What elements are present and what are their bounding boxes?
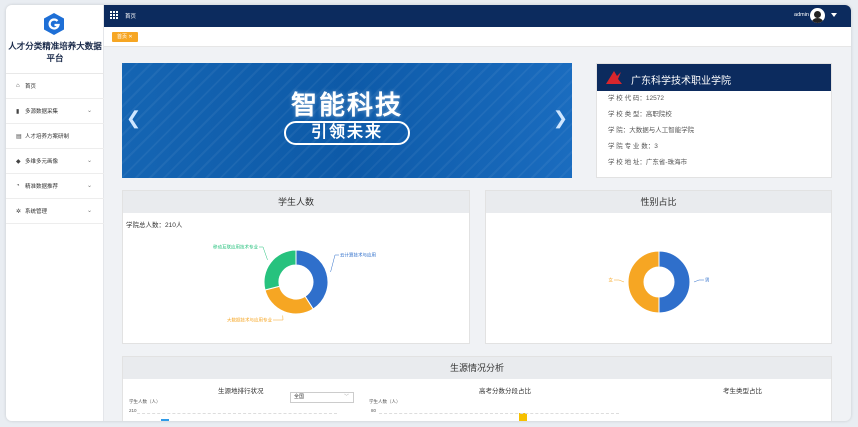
region-ylabel: 学生人数（人）	[129, 399, 161, 404]
graduation-cap-icon: ◆	[16, 158, 21, 165]
tab-bar: 首页 ✕	[104, 27, 851, 47]
score-bar	[519, 413, 527, 421]
close-icon[interactable]: ✕	[128, 34, 132, 40]
sidebar-item-label: 精准数据推荐	[25, 184, 59, 190]
home-icon: ⌂	[16, 83, 20, 89]
school-detail-row: 学 院：大数据与人工智能学院	[608, 127, 695, 134]
score-ylabel: 学生人数（人）	[369, 399, 401, 404]
user-name[interactable]: admin	[794, 12, 809, 18]
banner-subtitle: 引领未来	[284, 121, 410, 145]
source-panel: 生源情况分析 生源地排行状况 高考分数分段占比 考生类型占比 学生人数（人） 2…	[122, 356, 832, 421]
banner-title: 智能科技	[290, 90, 403, 120]
sidebar-item-label: 多源数据采集	[25, 109, 59, 115]
region-tick-top: 210	[129, 408, 137, 413]
donut-label-line	[330, 254, 339, 273]
sidebar-item[interactable]: ✲ 系统管理 ⌄	[6, 199, 104, 224]
chevron-down-icon[interactable]: ⌄	[87, 157, 92, 164]
chevron-down-icon[interactable]: ⌄	[87, 182, 92, 189]
carousel-prev-icon[interactable]: ❮	[126, 108, 141, 129]
score-tick-top: 80	[371, 408, 377, 413]
school-logo-icon	[606, 71, 622, 84]
gear-icon: ✲	[16, 208, 22, 215]
donut-label: 移动互联应用技术专业	[213, 244, 258, 251]
sidebar-item[interactable]: ◔ 精准数据推荐 ⌄	[6, 174, 104, 199]
region-select[interactable]: 全国 ﹀	[290, 392, 354, 403]
school-detail-row: 学 校 类 型：高职院校	[608, 111, 672, 118]
top-home-link[interactable]: 首页	[125, 12, 136, 20]
region-select-value: 全国	[294, 394, 305, 400]
avatar[interactable]	[810, 8, 825, 23]
chevron-down-icon[interactable]: ⌄	[87, 107, 92, 114]
sidebar-menu: ⌂ 首页 ▮ 多源数据采集 ⌄ ▤ 人才培养方案研制 ◆ 多维多元画像 ⌄ ◔ 精准数据推荐 ⌄ ✲ 系统管…	[6, 73, 104, 224]
donut-label-line	[259, 246, 268, 261]
school-detail-row: 学 校 地 址：广东省-珠海市	[608, 159, 688, 166]
school-card-header: 广东科学技术职业学院	[597, 64, 831, 91]
sidebar-item[interactable]: ⌂ 首页	[6, 74, 104, 99]
app-title: 人才分类精准培养大数据平台	[8, 41, 102, 63]
region-bar	[161, 419, 169, 421]
school-info-card: 广东科学技术职业学院 学 校 代 码：12572 学 校 类 型：高职院校学 院：…	[596, 63, 832, 178]
source-panel-title: 生源情况分析	[123, 357, 831, 379]
grid-menu-icon[interactable]	[110, 11, 119, 20]
donut-label-line	[693, 279, 704, 283]
clock-icon: ◔	[16, 183, 20, 189]
bar-chart-icon: ▮	[16, 108, 20, 115]
tab-home[interactable]: 首页 ✕	[112, 32, 138, 42]
sidebar-item-label: 首页	[25, 84, 37, 90]
caret-down-icon[interactable]	[831, 13, 837, 17]
app-frame: 人才分类精准培养大数据平台 ⌂ 首页 ▮ 多源数据采集 ⌄ ▤ 人才培养方案研制 ◆ 多维多元画…	[6, 5, 851, 421]
sidebar-item-label: 人才培养方案研制	[25, 134, 70, 140]
donut-label: 大数据技术与应用专业	[227, 317, 272, 324]
donut-slice[interactable]	[264, 285, 314, 315]
school-details: 学 校 代 码：12572 学 校 类 型：高职院校学 院：大数据与人工智能学院学…	[597, 91, 831, 171]
sidebar: 人才分类精准培养大数据平台 ⌂ 首页 ▮ 多源数据采集 ⌄ ▤ 人才培养方案研制 ◆ 多维多元画…	[6, 5, 104, 421]
student-type-title: 考生类型占比	[723, 388, 762, 395]
app-logo-icon	[44, 13, 64, 35]
school-detail-row: 学 校 代 码：12572	[608, 95, 664, 102]
donut-label-line	[273, 315, 284, 321]
school-detail-row: 学 院 专 业 数：3	[608, 143, 658, 150]
donut-label: 男	[705, 278, 710, 284]
gender-panel: 性别占比 男女	[485, 190, 832, 344]
sidebar-item-label: 多维多元画像	[25, 159, 59, 165]
sidebar-item[interactable]: ◆ 多维多元画像 ⌄	[6, 149, 104, 174]
chevron-down-icon: ﹀	[343, 394, 349, 400]
students-panel-title: 学生人数	[123, 191, 469, 213]
gender-donut-chart: 男女	[609, 250, 710, 314]
donut-label-line	[614, 279, 625, 283]
donut-slice[interactable]	[263, 249, 297, 291]
sidebar-item[interactable]: ▤ 人才培养方案研制	[6, 124, 104, 149]
students-donut-chart: 云计算技术与应用大数据技术与应用专业 移动互联应用技术专业	[213, 244, 376, 324]
banner-carousel: 智能科技 引领未来 ❮ ❯	[122, 63, 572, 178]
donut-slice[interactable]	[658, 250, 691, 314]
tab-home-label: 首页	[117, 34, 128, 40]
students-panel: 学生人数 学院总人数：210人 云计算技术与应用 大数据技术与应用专业 移动互联应用…	[122, 190, 470, 344]
school-name: 广东科学技术职业学院	[631, 76, 731, 87]
gender-panel-title: 性别占比	[486, 191, 831, 213]
sidebar-item[interactable]: ▮ 多源数据采集 ⌄	[6, 99, 104, 124]
sidebar-item-label: 系统管理	[25, 209, 48, 215]
source-region-title: 生源地排行状况	[218, 388, 264, 395]
donut-label: 女	[609, 277, 614, 284]
carousel-next-icon[interactable]: ❯	[553, 108, 568, 129]
chevron-down-icon[interactable]: ⌄	[87, 207, 92, 214]
grid-line	[379, 413, 619, 414]
donut-slice[interactable]	[627, 250, 660, 314]
score-segment-title: 高考分数分段占比	[479, 388, 531, 395]
region-tick-mid: 180	[129, 420, 137, 421]
donut-label: 云计算技术与应用	[340, 252, 376, 259]
document-icon: ▤	[16, 133, 22, 140]
top-bar: 首页 admin	[104, 5, 851, 27]
grid-line	[137, 413, 337, 414]
